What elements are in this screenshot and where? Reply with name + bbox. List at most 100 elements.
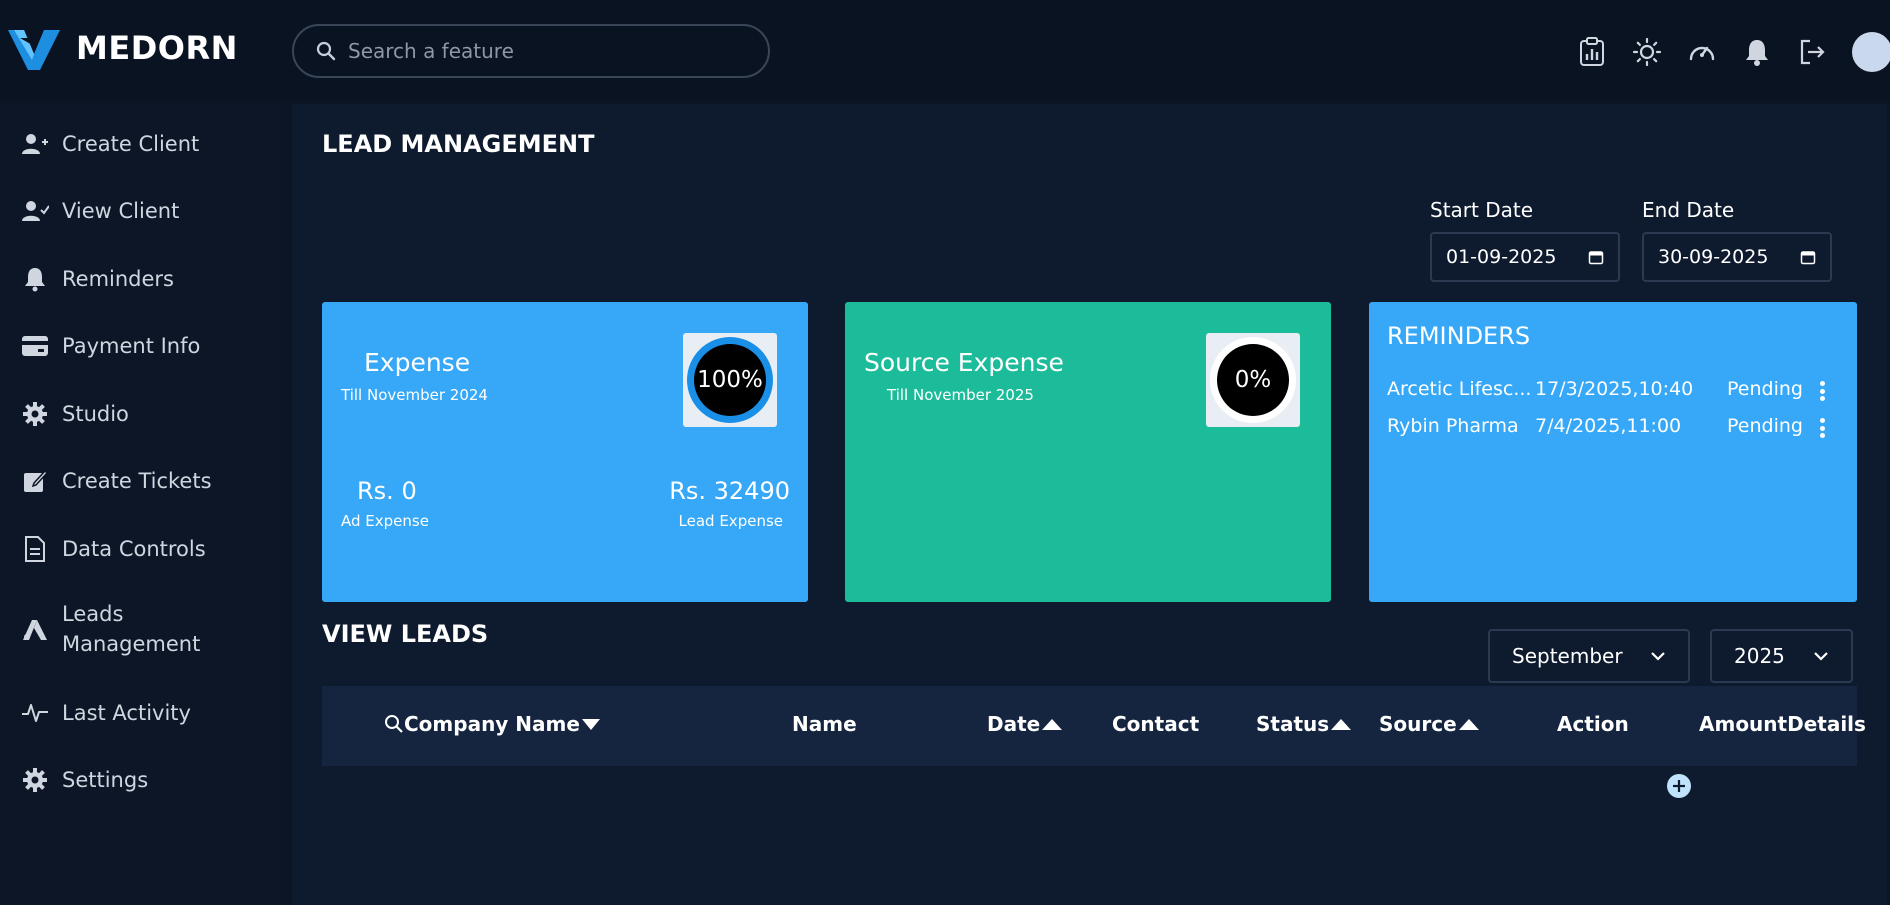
expense-percent-label: 100% [694,344,766,416]
ad-expense-value: Rs. 0 [357,477,417,505]
source-percent-chart: 0% [1206,333,1300,427]
bell-icon [20,264,50,294]
sidebar-item-view-client[interactable]: View Client [20,196,179,226]
edit-icon [20,466,50,496]
sidebar-item-reminders[interactable]: Reminders [20,264,174,294]
reminder-company: Arcetic Lifesc... [1387,378,1532,400]
start-date-block: Start Date 01-09-2025 [1430,198,1620,282]
search-icon [316,41,336,61]
speedometer-icon[interactable] [1687,37,1717,67]
reminder-row[interactable]: Arcetic Lifesc... 17/3/2025,10:40 Pendin… [1387,378,1827,406]
sidebar-item-label: Create Client [62,132,200,156]
sort-up-icon[interactable] [1040,717,1064,731]
month-select[interactable]: September [1488,629,1690,683]
more-options-icon[interactable] [1819,381,1825,405]
chevron-down-icon [1651,652,1665,661]
add-row-button[interactable] [1667,774,1691,798]
reminders-card: REMINDERS Arcetic Lifesc... 17/3/2025,10… [1369,302,1857,602]
column-status[interactable]: Status [1256,712,1353,736]
search-bar[interactable] [292,24,770,78]
clipboard-chart-icon[interactable] [1577,37,1607,67]
source-percent-label: 0% [1217,344,1289,416]
source-expense-card: Source Expense Till November 2025 0% [845,302,1331,602]
sun-icon[interactable] [1632,37,1662,67]
sidebar-item-label: Settings [62,768,149,792]
end-date-value: 30-09-2025 [1658,246,1769,268]
reminder-row[interactable]: Rybin Pharma 7/4/2025,11:00 Pending [1387,415,1827,443]
brand[interactable]: MEDORN [6,24,238,72]
column-label: Name [792,712,857,736]
ad-expense-label: Ad Expense [341,512,429,530]
sort-up-icon[interactable] [1329,717,1353,731]
expense-percent-chart: 100% [683,333,777,427]
column-label: Company Name [404,712,580,736]
bell-icon[interactable] [1742,37,1772,67]
sidebar-item-label: Last Activity [62,701,191,725]
column-action[interactable]: Action [1557,712,1629,736]
calendar-icon[interactable] [1588,249,1604,265]
user-check-icon [20,196,50,226]
column-source[interactable]: Source [1379,712,1481,736]
start-date-value: 01-09-2025 [1446,246,1557,268]
sidebar-item-label: View Client [62,199,180,223]
reminder-company: Rybin Pharma [1387,415,1519,437]
column-label: Action [1557,712,1629,736]
sidebar-item-payment-info[interactable]: Payment Info [20,331,200,361]
sidebar-item-data-controls[interactable]: Data Controls [20,534,206,564]
search-input[interactable] [348,39,748,63]
column-label: Contact [1112,712,1200,736]
reminder-status: Pending [1727,378,1803,400]
month-select-value: September [1512,644,1623,668]
column-label: Date [987,712,1041,736]
sidebar-item-label: Create Tickets [62,469,212,493]
source-expense-subtitle: Till November 2025 [887,386,1034,404]
sidebar-item-studio[interactable]: Studio [20,399,129,429]
start-date-input[interactable]: 01-09-2025 [1430,232,1620,282]
sidebar-item-label: Data Controls [62,537,206,561]
brand-name: MEDORN [76,29,238,67]
sidebar-item-create-client[interactable]: Create Client [20,129,199,159]
end-date-block: End Date 30-09-2025 [1642,198,1832,282]
logout-icon[interactable] [1797,37,1827,67]
sidebar-item-label: Reminders [62,267,174,291]
reminder-datetime: 17/3/2025,10:40 [1535,378,1694,400]
top-icons [1577,32,1890,72]
column-label: AmountDetails [1699,712,1866,736]
column-label: Source [1379,712,1457,736]
sort-up-icon[interactable] [1457,717,1481,731]
year-select[interactable]: 2025 [1710,629,1853,683]
sidebar-item-settings[interactable]: Settings [20,765,148,795]
calendar-icon[interactable] [1800,249,1816,265]
a-logo-icon [20,614,50,644]
sidebar-item-create-tickets[interactable]: Create Tickets [20,466,212,496]
end-date-input[interactable]: 30-09-2025 [1642,232,1832,282]
sidebar: Create Client View Client Reminders Paym… [0,104,278,905]
column-company-name[interactable]: Company Name [384,712,602,736]
chevron-down-icon [1814,652,1828,661]
avatar[interactable] [1852,32,1890,72]
more-options-icon[interactable] [1819,418,1825,442]
leads-table-header: Company Name Name Date Contact Status So… [322,686,1866,766]
sidebar-item-label: Studio [62,402,129,426]
page-title: LEAD MANAGEMENT [322,130,595,158]
column-name[interactable]: Name [792,712,857,736]
sidebar-item-label: Leads Management [62,602,201,656]
start-date-label: Start Date [1430,198,1534,222]
expense-donut: 100% [687,337,773,423]
column-label: Status [1256,712,1330,736]
document-icon [20,534,50,564]
sidebar-item-last-activity[interactable]: Last Activity [20,698,191,728]
sort-down-icon[interactable] [580,717,602,731]
gear-icon [20,399,50,429]
sidebar-item-leads-management[interactable]: Leads Management [20,599,222,659]
search-icon[interactable] [384,714,404,734]
source-donut: 0% [1210,337,1296,423]
end-date-label: End Date [1642,198,1735,222]
reminder-datetime: 7/4/2025,11:00 [1535,415,1682,437]
plus-icon [1673,780,1685,792]
source-expense-title: Source Expense [864,348,1064,377]
view-leads-title: VIEW LEADS [322,620,489,648]
column-date[interactable]: Date [987,712,1064,736]
column-contact[interactable]: Contact [1112,712,1199,736]
column-amount-details[interactable]: AmountDetails [1699,712,1866,736]
